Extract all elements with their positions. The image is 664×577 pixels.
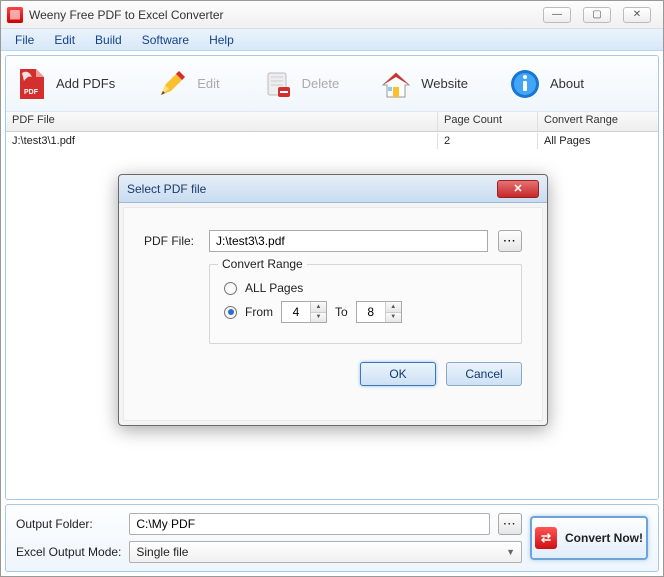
- from-spin[interactable]: ▲ ▼: [281, 301, 327, 323]
- from-to-option[interactable]: From ▲ ▼ To ▲ ▼: [224, 301, 507, 323]
- table-row[interactable]: J:\test3\1.pdf 2 All Pages: [6, 132, 658, 150]
- svg-text:PDF: PDF: [24, 89, 39, 96]
- radio-from-to[interactable]: [224, 306, 237, 319]
- titlebar: Weeny Free PDF to Excel Converter — ▢ ✕: [1, 1, 663, 29]
- menu-edit[interactable]: Edit: [44, 33, 85, 47]
- bottom-fields: Output Folder: ··· Excel Output Mode: Si…: [16, 513, 522, 563]
- about-label: About: [550, 76, 584, 91]
- add-pdfs-button[interactable]: PDF Add PDFs: [14, 67, 115, 101]
- from-value[interactable]: [282, 302, 310, 322]
- from-label: From: [245, 305, 273, 319]
- to-label: To: [335, 305, 348, 319]
- pdf-file-row: PDF File: ···: [144, 230, 522, 252]
- dialog-buttons: OK Cancel: [144, 362, 522, 386]
- home-icon: [379, 67, 413, 101]
- all-pages-option[interactable]: ALL Pages: [224, 281, 507, 295]
- convert-range-fieldset: Convert Range ALL Pages From ▲ ▼ To: [209, 264, 522, 344]
- browse-pdf-button[interactable]: ···: [498, 230, 522, 252]
- about-button[interactable]: About: [508, 67, 584, 101]
- pdf-file-label: PDF File:: [144, 234, 199, 248]
- website-label: Website: [421, 76, 468, 91]
- dialog-title: Select PDF file: [127, 182, 497, 196]
- menu-build[interactable]: Build: [85, 33, 132, 47]
- dialog-titlebar[interactable]: Select PDF file ✕: [119, 175, 547, 203]
- edit-label: Edit: [197, 76, 219, 91]
- delete-button[interactable]: Delete: [260, 67, 340, 101]
- from-down-button[interactable]: ▼: [311, 313, 326, 323]
- cancel-button[interactable]: Cancel: [446, 362, 522, 386]
- to-down-button[interactable]: ▼: [386, 313, 401, 323]
- window-controls: — ▢ ✕: [543, 7, 651, 23]
- delete-label: Delete: [302, 76, 340, 91]
- info-icon: [508, 67, 542, 101]
- from-up-button[interactable]: ▲: [311, 302, 326, 313]
- to-value[interactable]: [357, 302, 385, 322]
- pdf-file-input[interactable]: [209, 230, 488, 252]
- col-header-count[interactable]: Page Count: [438, 112, 538, 131]
- radio-all-pages[interactable]: [224, 282, 237, 295]
- dialog-close-button[interactable]: ✕: [497, 180, 539, 198]
- add-pdfs-label: Add PDFs: [56, 76, 115, 91]
- output-folder-input[interactable]: [129, 513, 490, 535]
- convert-label: Convert Now!: [565, 531, 643, 545]
- to-up-button[interactable]: ▲: [386, 302, 401, 313]
- website-button[interactable]: Website: [379, 67, 468, 101]
- minimize-button[interactable]: —: [543, 7, 571, 23]
- menubar: File Edit Build Software Help: [1, 29, 663, 51]
- menu-file[interactable]: File: [5, 33, 44, 47]
- output-mode-value: Single file: [136, 545, 188, 559]
- all-pages-label: ALL Pages: [245, 281, 303, 295]
- dialog-body: PDF File: ··· Convert Range ALL Pages Fr…: [123, 207, 543, 421]
- convert-range-legend: Convert Range: [218, 257, 307, 271]
- cell-range: All Pages: [538, 133, 658, 149]
- pdf-icon: PDF: [14, 67, 48, 101]
- browse-output-button[interactable]: ···: [498, 513, 522, 535]
- output-folder-label: Output Folder:: [16, 517, 121, 531]
- output-mode-label: Excel Output Mode:: [16, 545, 121, 559]
- select-pdf-dialog: Select PDF file ✕ PDF File: ··· Convert …: [118, 174, 548, 426]
- delete-icon: [260, 67, 294, 101]
- app-icon: [7, 7, 23, 23]
- chevron-down-icon: ▼: [506, 547, 515, 557]
- menu-help[interactable]: Help: [199, 33, 244, 47]
- edit-button[interactable]: Edit: [155, 67, 219, 101]
- pencil-icon: [155, 67, 189, 101]
- to-spin[interactable]: ▲ ▼: [356, 301, 402, 323]
- toolbar: PDF Add PDFs Edit Delete: [6, 56, 658, 112]
- convert-now-button[interactable]: Convert Now!: [530, 516, 648, 560]
- cell-file: J:\test3\1.pdf: [6, 133, 438, 149]
- menu-software[interactable]: Software: [132, 33, 199, 47]
- close-button[interactable]: ✕: [623, 7, 651, 23]
- cell-count: 2: [438, 133, 538, 149]
- bottom-bar: Output Folder: ··· Excel Output Mode: Si…: [5, 504, 659, 572]
- window-title: Weeny Free PDF to Excel Converter: [29, 8, 543, 22]
- col-header-file[interactable]: PDF File: [6, 112, 438, 131]
- output-mode-select[interactable]: Single file ▼: [129, 541, 522, 563]
- table-header: PDF File Page Count Convert Range: [6, 112, 658, 132]
- maximize-button[interactable]: ▢: [583, 7, 611, 23]
- col-header-range[interactable]: Convert Range: [538, 112, 658, 131]
- ok-button[interactable]: OK: [360, 362, 436, 386]
- convert-icon: [535, 527, 557, 549]
